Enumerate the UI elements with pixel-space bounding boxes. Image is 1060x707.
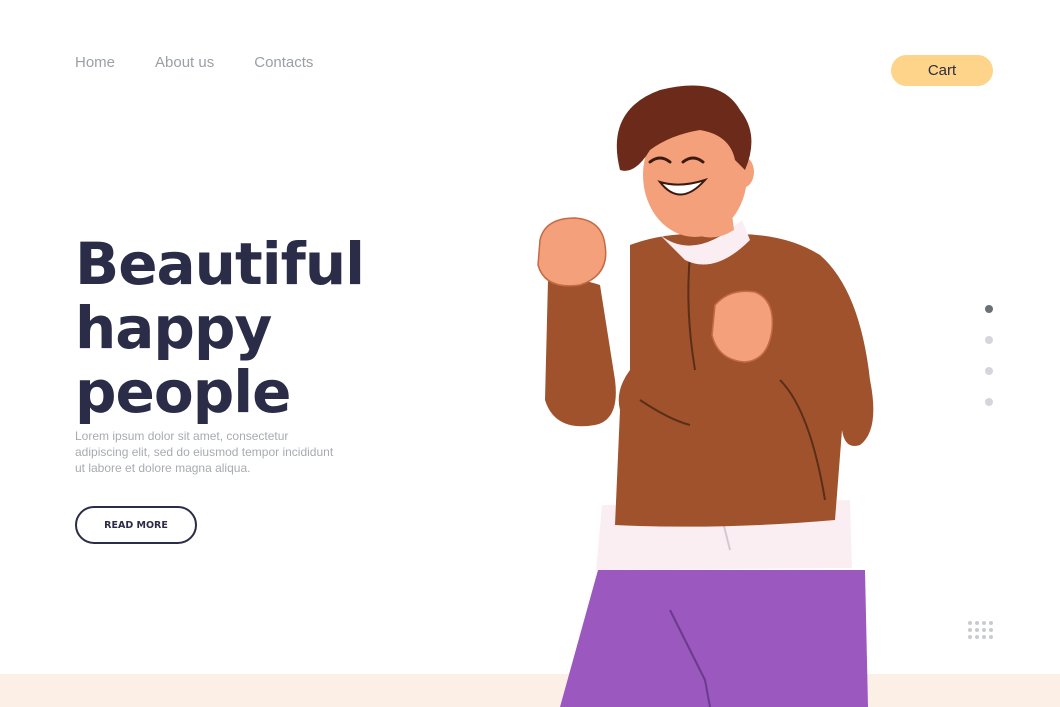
hero-description: Lorem ipsum dolor sit amet, consectetur …	[75, 429, 334, 475]
hero-title: Beautiful happy people	[75, 232, 435, 424]
nav-home-link[interactable]: Home	[75, 54, 115, 71]
top-navigation: Home About us Contacts	[75, 54, 353, 71]
nav-about-link[interactable]: About us	[155, 54, 214, 71]
slide-dot-2[interactable]	[985, 336, 993, 344]
raised-fist	[537, 217, 607, 287]
cart-button[interactable]: Cart	[891, 55, 993, 86]
decorative-dot-grid-icon	[968, 621, 993, 639]
slide-dot-4[interactable]	[985, 398, 993, 406]
sweater	[615, 233, 874, 527]
slide-indicator-dots	[985, 305, 993, 429]
cheerful-man-illustration	[537, 85, 874, 707]
slide-dot-1[interactable]	[985, 305, 993, 313]
hero-title-line-3: people	[75, 358, 291, 426]
chest-fist	[711, 290, 774, 363]
pants	[560, 570, 868, 707]
hero-title-line-1: Beautiful	[75, 230, 365, 298]
sweater-left-arm	[545, 278, 616, 427]
slide-dot-3[interactable]	[985, 367, 993, 375]
hero-title-line-2: happy	[75, 294, 272, 362]
read-more-button[interactable]: READ MORE	[75, 506, 197, 544]
nav-contacts-link[interactable]: Contacts	[254, 54, 313, 71]
